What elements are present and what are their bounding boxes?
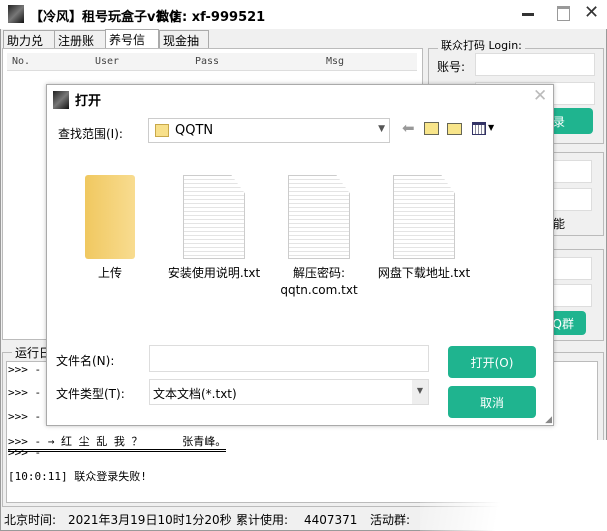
file-item[interactable]: 解压密码: qqtn.com.txt: [269, 175, 369, 299]
resize-grip-icon[interactable]: ◢: [545, 415, 552, 425]
filename-label: 文件名(N):: [56, 354, 115, 368]
lookin-value: QQTN: [175, 123, 214, 138]
lookin-label: 查找范围(I):: [58, 127, 123, 141]
folder-icon: [155, 124, 169, 137]
title-bar: 【冷风】租号玩盒子v1.0 微信: xf-999521 ✕: [0, 0, 607, 29]
cancel-button[interactable]: 取消: [448, 386, 536, 418]
file-name: 安装使用说明.txt: [167, 266, 261, 280]
new-folder-icon[interactable]: [447, 123, 462, 135]
tab-account-info[interactable]: 养号信息: [105, 29, 159, 64]
dialog-close-icon[interactable]: ✕: [533, 86, 547, 106]
login-group-title: 联众打码 Login:: [438, 37, 525, 53]
filetype-value: 文本文档(*.txt): [153, 387, 237, 401]
text-file-icon: [393, 175, 455, 259]
group2-text: 能: [553, 217, 566, 231]
log-line: >>> -: [8, 363, 42, 376]
file-name: 解压密码: qqtn.com.txt: [280, 266, 358, 297]
view-chevron-icon[interactable]: ▼: [488, 123, 494, 132]
col-msg: Msg: [326, 56, 345, 67]
chevron-down-icon: ▼: [412, 380, 428, 404]
file-item[interactable]: 网盘下载地址.txt: [374, 175, 474, 282]
file-name: 上传: [97, 266, 122, 280]
log-line: >>> -: [8, 386, 42, 399]
open-button[interactable]: 打开(O): [448, 346, 536, 378]
col-user: User: [95, 56, 120, 67]
account-input[interactable]: [475, 53, 595, 76]
log-line: >>> -: [8, 446, 42, 459]
fade-overlay: [420, 440, 607, 531]
wechat-label: 微信: xf-999521: [156, 10, 266, 25]
group-label: 活动群:: [370, 513, 411, 527]
text-file-icon: [183, 175, 245, 259]
app-logo: [8, 5, 24, 23]
open-file-dialog: 打开 ✕ 查找范围(I): QQTN ▼ ⬅ ▼ 上传 安装使用说明.txt 解…: [46, 84, 554, 426]
file-item-folder[interactable]: 上传: [60, 175, 160, 282]
up-folder-icon[interactable]: [424, 122, 439, 135]
folder-icon: [85, 175, 135, 259]
text-file-icon: [288, 175, 350, 259]
view-menu-icon[interactable]: [472, 122, 486, 135]
log-message: [10:0:11] 联众登录失败!: [8, 470, 147, 483]
tab-assist[interactable]: 助力兑换: [3, 30, 55, 65]
file-name: 网盘下载地址.txt: [377, 266, 471, 280]
tab-register[interactable]: 注册账号: [54, 30, 106, 65]
time-label: 北京时间:: [4, 513, 57, 527]
dialog-title: 打开: [75, 94, 102, 109]
time-value: 2021年3月19日10时1分20秒: [68, 513, 232, 527]
tab-lottery[interactable]: 现金抽奖: [159, 30, 209, 65]
maximize-icon[interactable]: [557, 6, 570, 21]
log-line: >>> -: [8, 410, 42, 423]
back-icon[interactable]: ⬅: [402, 119, 415, 137]
lookin-dropdown[interactable]: QQTN ▼: [148, 118, 390, 143]
filetype-dropdown[interactable]: 文本文档(*.txt) ▼: [149, 379, 429, 405]
file-item[interactable]: 安装使用说明.txt: [164, 175, 264, 282]
filetype-label: 文件类型(T):: [56, 387, 125, 401]
filename-input[interactable]: [149, 345, 429, 372]
col-pass: Pass: [195, 56, 220, 67]
usage-value: 4407371: [304, 513, 358, 527]
usage-label: 累计使用:: [236, 513, 289, 527]
chevron-down-icon: ▼: [378, 124, 385, 134]
col-no: No.: [12, 56, 31, 67]
account-label: 账号:: [437, 60, 466, 74]
dialog-logo: [53, 91, 69, 109]
minimize-icon[interactable]: [522, 13, 534, 16]
close-icon[interactable]: ✕: [584, 2, 599, 23]
